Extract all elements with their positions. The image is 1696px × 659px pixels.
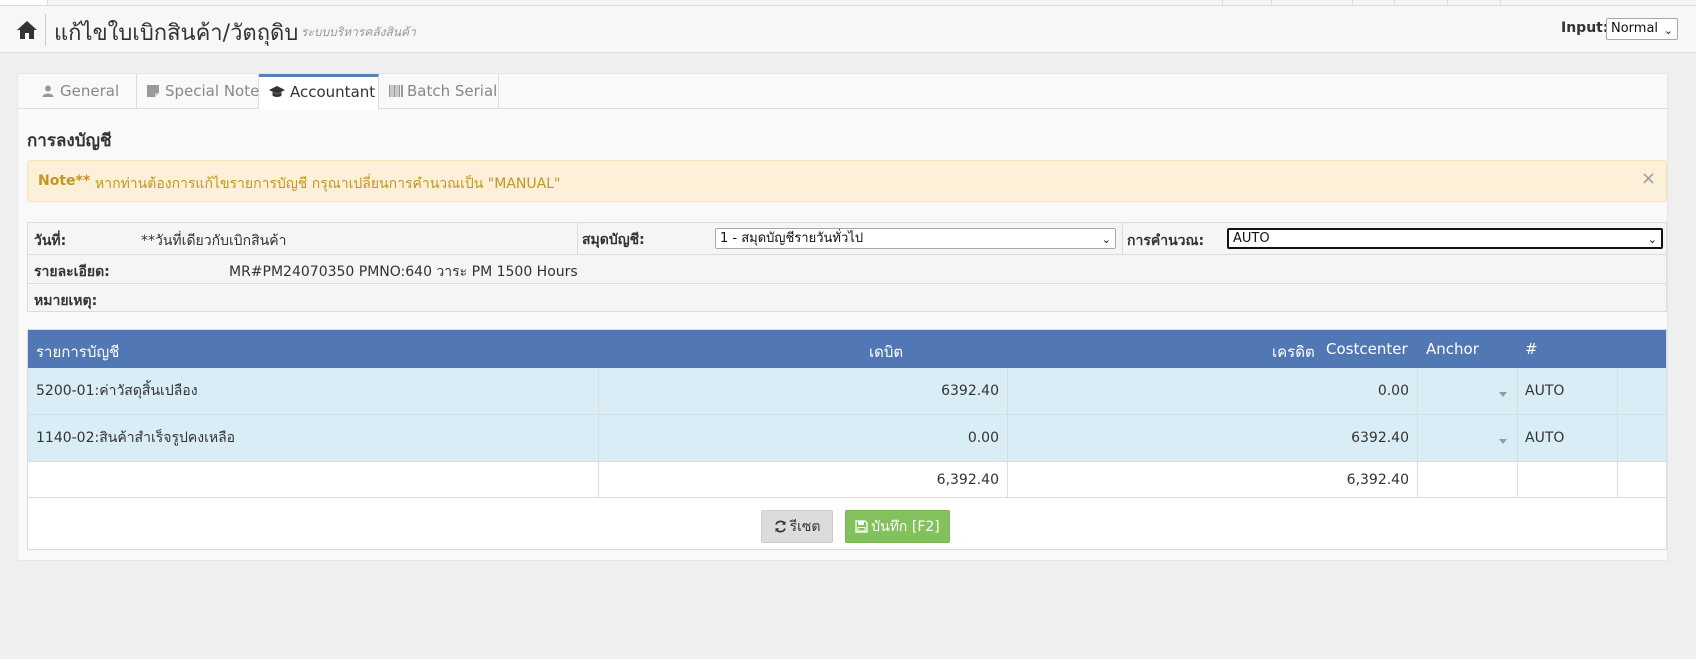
- floppy-disk-icon: [855, 513, 868, 533]
- note-message: หากท่านต้องการแก้ไขรายการบัญชี กรุณาเปลี…: [95, 176, 561, 192]
- tab-bar: General Special Note Accountant Batch Se…: [18, 74, 1667, 110]
- page-subtitle: ระบบบริหารคลังสินค้า: [301, 25, 416, 39]
- info-row-date: วันที่: **วันที่เดียวกับเบิกสินค้า สมุดบ…: [28, 223, 1666, 255]
- costcenter-dropdown[interactable]: [1417, 368, 1517, 414]
- total-credit: 6,392.40: [1346, 471, 1409, 488]
- date-label: วันที่:: [34, 233, 67, 249]
- date-value: **วันที่เดียวกับเบิกสินค้า: [141, 233, 287, 249]
- detail-value: MR#PM24070350 PMNO:640 วาระ PM 1500 Hour…: [229, 264, 578, 280]
- refresh-icon: [774, 513, 787, 533]
- anchor-cell: AUTO: [1525, 430, 1565, 446]
- credit-cell: 0.00: [1377, 383, 1409, 399]
- info-row-remark: หมายเหตุ:: [28, 284, 1666, 312]
- tab-label: General: [60, 82, 120, 100]
- reset-button[interactable]: รีเซต: [761, 510, 833, 543]
- barcode-icon: [389, 75, 403, 97]
- user-icon: [42, 75, 56, 97]
- graduation-cap-icon: [269, 78, 286, 97]
- anchor-cell: AUTO: [1525, 383, 1565, 399]
- chevron-down-icon: [1499, 439, 1507, 444]
- journal-select-value: 1 - สมุดบัญชีรายวันทั่วไป: [720, 231, 864, 246]
- costcenter-dropdown[interactable]: [1417, 415, 1517, 461]
- account-cell: 5200-01:ค่าวัสดุสิ้นเปลือง: [36, 383, 198, 399]
- save-button[interactable]: บันทึก [F2]: [845, 510, 950, 543]
- table-row[interactable]: 1140-02:สินค้าสำเร็จรูปคงเหลือ 0.00 6392…: [28, 415, 1666, 462]
- top-strip-active-tab[interactable]: [0, 0, 48, 5]
- section-title: การลงบัญชี: [27, 131, 112, 151]
- chevron-down-icon: [1499, 392, 1507, 397]
- debit-cell: 0.00: [967, 430, 999, 446]
- tab-accountant[interactable]: Accountant: [259, 74, 379, 110]
- tab-label: Special Note: [165, 82, 260, 100]
- sticky-note-icon: [147, 75, 161, 97]
- table-header: รายการบัญชี เดบิต เครดิต Costcenter Anch…: [28, 330, 1666, 368]
- input-mode-value: Normal: [1611, 21, 1659, 36]
- page-header: แก้ไขใบเบิกสินค้า/วัตถุดิบ ระบบบริหารคลั…: [0, 6, 1696, 53]
- table-row[interactable]: 5200-01:ค่าวัสดุสิ้นเปลือง 6392.40 0.00 …: [28, 368, 1666, 415]
- table-total-row: 6,392.40 6,392.40: [28, 462, 1666, 498]
- calc-mode-value: AUTO: [1233, 231, 1270, 246]
- home-icon[interactable]: [16, 20, 38, 40]
- detail-label: รายละเอียด:: [34, 264, 110, 280]
- debit-cell: 6392.40: [941, 383, 999, 399]
- note-alert: Note** หากท่านต้องการแก้ไขรายการบัญชี กร…: [27, 160, 1667, 202]
- remark-label: หมายเหตุ:: [34, 293, 98, 309]
- close-icon[interactable]: ×: [1641, 170, 1656, 188]
- calc-mode-select[interactable]: AUTO ⌄: [1227, 228, 1663, 249]
- input-mode-select[interactable]: Normal ⌄: [1606, 18, 1678, 40]
- col-anchor-header: Anchor: [1426, 340, 1479, 358]
- journal-label: สมุดบัญชี:: [582, 232, 645, 248]
- credit-cell: 6392.40: [1351, 430, 1409, 446]
- journal-select[interactable]: 1 - สมุดบัญชีรายวันทั่วไป ⌄: [715, 228, 1116, 249]
- tab-special-note[interactable]: Special Note: [137, 74, 259, 109]
- account-cell: 1140-02:สินค้าสำเร็จรูปคงเหลือ: [36, 430, 236, 446]
- col-credit-header: เครดิต: [1272, 343, 1315, 361]
- tab-label: Accountant: [290, 83, 376, 101]
- calc-label: การคำนวณ:: [1127, 233, 1205, 249]
- chevron-down-icon: ⌄: [1647, 233, 1657, 246]
- col-hash-header: #: [1525, 340, 1538, 358]
- main-panel: General Special Note Accountant Batch Se…: [17, 73, 1668, 561]
- chevron-down-icon: ⌄: [1101, 233, 1111, 246]
- info-row-detail: รายละเอียด: MR#PM24070350 PMNO:640 วาระ …: [28, 255, 1666, 284]
- note-label: Note**: [38, 173, 91, 189]
- chevron-down-icon: ⌄: [1663, 24, 1673, 37]
- total-debit: 6,392.40: [936, 471, 999, 488]
- tab-general[interactable]: General: [18, 74, 137, 109]
- col-costcenter-header: Costcenter: [1326, 340, 1408, 358]
- col-debit-header: เดบิต: [869, 343, 904, 361]
- save-button-label: บันทึก [F2]: [871, 519, 940, 535]
- page-title: แก้ไขใบเบิกสินค้า/วัตถุดิบ: [54, 21, 299, 46]
- col-account-header: รายการบัญชี: [36, 343, 120, 361]
- journal-info: วันที่: **วันที่เดียวกับเบิกสินค้า สมุดบ…: [27, 222, 1667, 312]
- input-mode-label: Input:: [1561, 20, 1609, 36]
- reset-button-label: รีเซต: [789, 519, 821, 535]
- account-entries-table: รายการบัญชี เดบิต เครดิต Costcenter Anch…: [27, 329, 1667, 550]
- tab-batch-serial[interactable]: Batch Serial: [379, 74, 499, 109]
- header-divider: [45, 14, 46, 46]
- tab-label: Batch Serial: [407, 82, 498, 100]
